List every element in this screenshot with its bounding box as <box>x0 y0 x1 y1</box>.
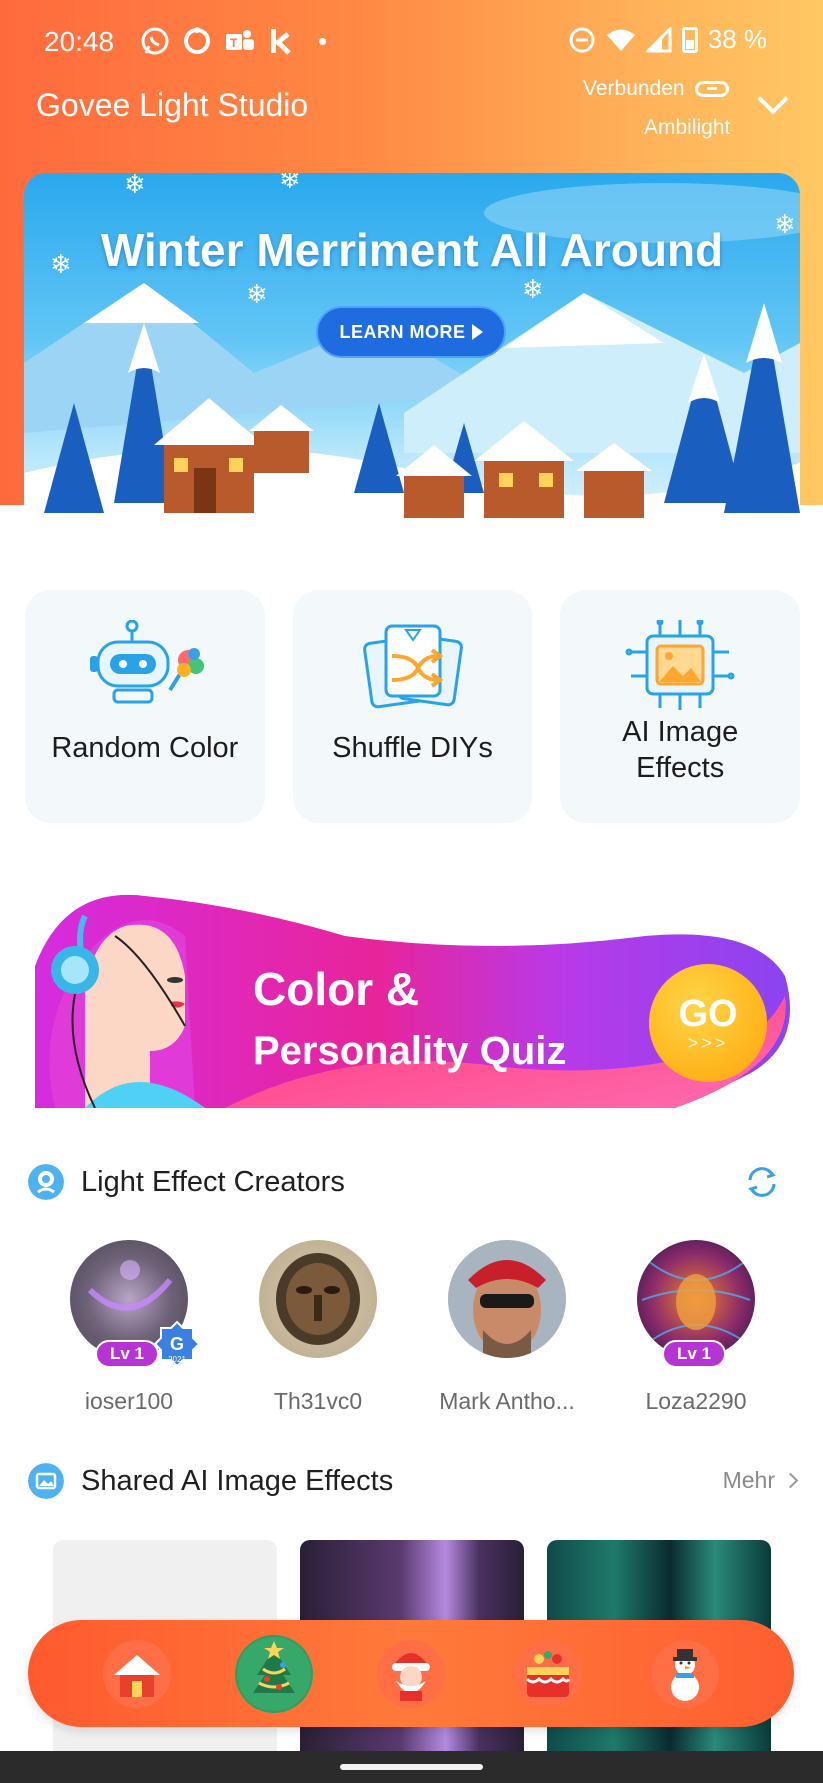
shuffle-diys-card[interactable]: Shuffle DIYs <box>292 590 533 823</box>
nav-home[interactable] <box>98 1635 176 1713</box>
creator-item[interactable]: G 2021 Lv 1 ioser100 <box>35 1240 223 1420</box>
svg-text:❄: ❄ <box>279 173 301 195</box>
shared-section-header: Shared AI Image Effects Mehr <box>28 1461 799 1501</box>
home-gesture-bar[interactable] <box>340 1764 483 1770</box>
learn-more-button[interactable]: LEARN MORE <box>316 306 506 358</box>
ai-image-effects-card[interactable]: AI Image Effects <box>560 590 801 823</box>
creator-item[interactable]: Mark Antho... <box>413 1240 601 1420</box>
more-notifications-dot: • <box>318 26 328 56</box>
signal-icon <box>645 26 672 52</box>
quiz-title-line2: Personality Quiz <box>253 1029 567 1073</box>
random-color-card[interactable]: Random Color <box>25 590 265 823</box>
random-color-label: Random Color <box>51 732 239 764</box>
svg-text:❄: ❄ <box>246 280 268 310</box>
k-app-icon <box>271 29 291 55</box>
creator-name: Loza2290 <box>645 1388 747 1414</box>
battery-icon <box>681 26 698 53</box>
svg-text:T: T <box>230 36 238 50</box>
santa-icon <box>376 1639 445 1708</box>
wifi-icon <box>606 29 635 51</box>
christmas-tree-icon <box>236 1636 311 1711</box>
creator-item[interactable]: Th31vc0 <box>224 1240 412 1420</box>
go-label: GO <box>678 993 738 1035</box>
svg-text:❄: ❄ <box>124 173 146 200</box>
creator-name: ioser100 <box>84 1388 174 1414</box>
connection-status: Verbunden <box>583 77 729 101</box>
app-title: Govee Light Studio <box>36 87 309 123</box>
svg-text:G: G <box>170 1334 184 1354</box>
shuffle-cards-icon <box>362 624 463 709</box>
creators-section-title: Light Effect Creators <box>81 1166 345 1198</box>
teams-icon: T <box>226 30 254 50</box>
mask-avatar-image <box>276 1253 360 1345</box>
ring-app-icon <box>184 27 210 54</box>
nav-snowman[interactable] <box>646 1635 724 1713</box>
ai-image-effects-label: AI Image Effects <box>622 716 739 784</box>
snowman-icon <box>651 1639 720 1708</box>
quiz-title-line1: Color & <box>253 963 420 1015</box>
level-badge: Lv 1 <box>95 1340 159 1368</box>
creator-name: Th31vc0 <box>273 1388 363 1414</box>
connection-status-label: Verbunden <box>583 77 685 100</box>
shuffle-diys-label: Shuffle DIYs <box>332 732 493 764</box>
ai-chip-image-icon <box>625 620 735 710</box>
year-badge-label: 2021 <box>168 1355 186 1364</box>
creators-section-header: Light Effect Creators <box>28 1162 798 1202</box>
more-link[interactable]: Mehr <box>722 1467 799 1494</box>
creator-badge-icon <box>28 1164 64 1200</box>
avatar <box>448 1240 566 1358</box>
system-status: 38 % <box>568 24 767 55</box>
status-time: 20:48 <box>44 26 115 57</box>
more-label: Mehr <box>722 1467 775 1493</box>
level-badge: Lv 1 <box>662 1340 726 1368</box>
nav-santa[interactable] <box>372 1635 450 1713</box>
creators-list: G 2021 Lv 1 ioser100 Th31vc0 Mark Antho.… <box>35 1240 790 1420</box>
home-house-icon <box>102 1639 171 1708</box>
banner-title: Winter Merriment All Around <box>100 224 724 276</box>
go-arrows: >>> <box>687 1033 729 1053</box>
year-badge-icon: G 2021 <box>153 1320 201 1368</box>
bottom-navigation <box>28 1620 794 1727</box>
creator-name: Mark Antho... <box>439 1388 575 1414</box>
feature-cards: Random Color Shuffle DIYs AI Image Effec… <box>25 590 801 823</box>
notification-icons: T • <box>140 24 327 58</box>
nav-christmas-tree[interactable] <box>234 1634 313 1713</box>
creator-item[interactable]: Lv 1 Loza2290 <box>602 1240 790 1420</box>
nav-gift[interactable] <box>509 1635 587 1713</box>
personality-quiz-banner[interactable]: Color & Personality Quiz GO >>> <box>25 876 800 1108</box>
image-icon <box>28 1463 64 1499</box>
refresh-icon[interactable] <box>744 1164 780 1200</box>
robot-palette-icon <box>89 620 204 704</box>
whatsapp-icon <box>141 27 169 55</box>
avatar <box>259 1240 377 1358</box>
battery-percent: 38 % <box>707 24 767 54</box>
svg-text:❄: ❄ <box>522 275 544 305</box>
do-not-disturb-icon <box>569 27 595 52</box>
device-name[interactable]: Ambilight <box>644 116 730 140</box>
person-avatar-image <box>448 1240 566 1358</box>
shared-section-title: Shared AI Image Effects <box>81 1465 394 1497</box>
status-bar: 20:48 T • 38 % <box>0 20 823 64</box>
quiz-go-button[interactable]: GO >>> <box>649 964 767 1082</box>
link-icon <box>694 81 729 97</box>
learn-more-label: LEARN MORE <box>339 321 466 342</box>
chevron-right-icon <box>782 1472 799 1489</box>
gift-cake-icon <box>514 1639 583 1708</box>
play-arrow-icon <box>471 324 483 340</box>
winter-banner[interactable]: ❄ ❄ ❄ ❄ ❄ ❄ Winter Merriment All Around … <box>24 173 800 546</box>
